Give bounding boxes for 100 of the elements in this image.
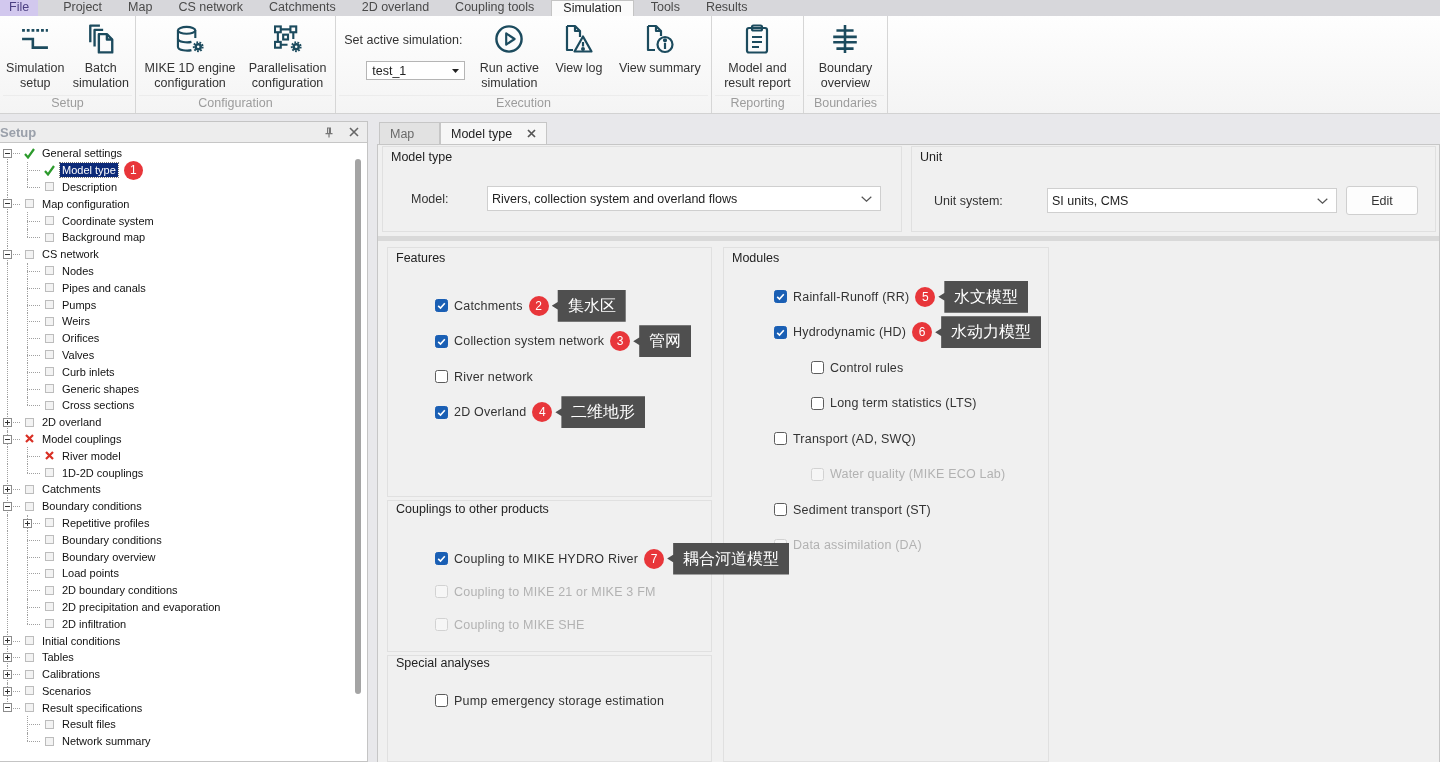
checkbox[interactable] bbox=[435, 552, 448, 565]
tree-item[interactable]: Boundary overview bbox=[60, 549, 158, 564]
plus-box-icon[interactable] bbox=[23, 518, 32, 528]
document-tab[interactable]: Model type bbox=[440, 122, 548, 144]
minus-box-icon[interactable] bbox=[3, 703, 12, 713]
menu-tab[interactable]: Project bbox=[50, 0, 116, 16]
tree-item[interactable]: 1D-2D couplings bbox=[60, 465, 146, 480]
tree-item[interactable]: Catchments bbox=[40, 482, 103, 497]
plus-box-icon[interactable] bbox=[3, 484, 12, 494]
ribbon-button[interactable]: Batch simulation bbox=[70, 23, 131, 91]
checkbox[interactable] bbox=[811, 396, 824, 410]
pin-icon[interactable] bbox=[325, 126, 333, 138]
checkbox-label: Water quality (MIKE ECO Lab) bbox=[830, 467, 1006, 482]
checkbox[interactable] bbox=[435, 694, 448, 708]
scrollbar-thumb[interactable] bbox=[355, 159, 361, 694]
tree-item[interactable]: Map configuration bbox=[40, 196, 132, 211]
model-dropdown[interactable]: Rivers, collection system and overland flows bbox=[487, 186, 881, 211]
tree-item[interactable]: Load points bbox=[60, 566, 121, 581]
plus-box-icon[interactable] bbox=[3, 636, 12, 646]
menu-tab[interactable]: Results bbox=[692, 0, 761, 16]
checkbox-label: Transport (AD, SWQ) bbox=[793, 431, 916, 446]
menu-tab[interactable]: Catchments bbox=[256, 0, 349, 16]
tree-item[interactable]: Nodes bbox=[60, 263, 96, 278]
checkbox[interactable] bbox=[774, 503, 787, 517]
minus-box-icon[interactable] bbox=[3, 249, 12, 259]
simulation-dropdown[interactable]: test_1 bbox=[366, 61, 466, 80]
minus-box-icon[interactable] bbox=[3, 501, 12, 511]
tree-item[interactable]: 2D infiltration bbox=[60, 616, 129, 631]
ribbon-button[interactable]: Run active simulation bbox=[477, 23, 541, 91]
checkbox[interactable] bbox=[435, 370, 448, 384]
tree-item[interactable]: Weirs bbox=[60, 314, 92, 329]
square-icon bbox=[44, 216, 54, 226]
plus-box-icon[interactable] bbox=[3, 417, 12, 427]
menu-tab[interactable]: File bbox=[0, 0, 39, 16]
square-icon bbox=[44, 182, 54, 192]
tree-item[interactable]: Valves bbox=[60, 347, 97, 362]
tree-item[interactable]: River model bbox=[60, 448, 123, 463]
group-title: Modules bbox=[732, 251, 781, 266]
checkbox[interactable] bbox=[774, 290, 787, 304]
unit-dropdown[interactable]: SI units, CMS bbox=[1047, 188, 1337, 213]
tree-item[interactable]: Result specifications bbox=[40, 700, 145, 715]
tree-item[interactable]: Result files bbox=[60, 717, 118, 732]
ribbon-button[interactable]: Model and result report bbox=[722, 23, 793, 91]
plus-box-icon[interactable] bbox=[3, 686, 12, 696]
checkbox[interactable] bbox=[435, 405, 448, 419]
checkbox-label: Sediment transport (ST) bbox=[793, 502, 931, 517]
checkbox[interactable] bbox=[435, 299, 448, 313]
close-icon[interactable] bbox=[527, 129, 537, 138]
tree-item[interactable]: Cross sections bbox=[60, 398, 137, 413]
tree-item[interactable]: Background map bbox=[60, 230, 148, 245]
ribbon-button[interactable]: View summary bbox=[616, 23, 703, 76]
tree-item[interactable]: 2D overland bbox=[40, 415, 104, 430]
minus-box-icon[interactable] bbox=[3, 434, 12, 444]
tree-item[interactable]: Coordinate system bbox=[60, 213, 156, 228]
tree-item[interactable]: Pipes and canals bbox=[60, 280, 148, 295]
minus-box-icon[interactable] bbox=[3, 149, 12, 158]
tree-item[interactable]: Curb inlets bbox=[60, 364, 117, 379]
tree-item[interactable]: Pumps bbox=[60, 297, 99, 312]
tree-item[interactable]: Calibrations bbox=[40, 667, 103, 682]
menu-tab[interactable]: Map bbox=[115, 0, 166, 16]
tree-item[interactable]: 2D precipitation and evaporation bbox=[60, 599, 223, 614]
minus-box-icon[interactable] bbox=[3, 199, 12, 209]
tree-item[interactable]: Repetitive profiles bbox=[60, 515, 152, 530]
checkbox-label: Pump emergency storage estimation bbox=[454, 693, 665, 708]
checkbox[interactable] bbox=[811, 361, 824, 375]
checkbox[interactable] bbox=[435, 334, 448, 348]
ribbon-button[interactable]: Boundary overview bbox=[816, 23, 875, 91]
tree-item[interactable]: 2D boundary conditions bbox=[60, 583, 180, 598]
checkbox[interactable] bbox=[774, 325, 787, 339]
plus-box-icon[interactable] bbox=[3, 652, 12, 662]
document-tab[interactable]: Map bbox=[379, 122, 440, 144]
tree-item[interactable]: General settings bbox=[40, 146, 125, 161]
ribbon-button[interactable]: View log bbox=[553, 23, 605, 76]
tree-item[interactable]: Initial conditions bbox=[40, 633, 123, 648]
edit-button[interactable]: Edit bbox=[1346, 186, 1418, 215]
close-icon[interactable] bbox=[349, 127, 359, 137]
tree-item[interactable]: Scenarios bbox=[40, 683, 93, 698]
tree-item[interactable]: Network summary bbox=[60, 734, 153, 749]
menu-tab[interactable]: CS network bbox=[165, 0, 256, 16]
menu-tab[interactable]: Tools bbox=[637, 0, 693, 16]
tree-item[interactable]: Model couplings bbox=[40, 431, 124, 446]
tree-item[interactable]: Tables bbox=[40, 650, 76, 665]
plus-box-icon[interactable] bbox=[3, 669, 12, 679]
ribbon-button[interactable]: Simulation setup bbox=[4, 23, 67, 91]
tree-item[interactable]: Orifices bbox=[60, 331, 102, 346]
square-icon bbox=[44, 400, 54, 410]
ribbon-button[interactable]: Parallelisation configuration bbox=[246, 23, 329, 91]
menu-tab[interactable]: Coupling tools bbox=[442, 0, 548, 16]
ribbon-button[interactable]: MIKE 1D engine configuration bbox=[142, 23, 238, 91]
tree-item[interactable]: Boundary conditions bbox=[60, 532, 164, 547]
menu-tab[interactable]: Simulation bbox=[551, 0, 634, 16]
tree-item[interactable]: Model type bbox=[60, 163, 118, 178]
tree-item[interactable]: CS network bbox=[40, 247, 101, 262]
tree-item[interactable]: Boundary conditions bbox=[40, 499, 144, 514]
checkbox[interactable] bbox=[774, 432, 787, 446]
ribbon-group-label: Execution bbox=[339, 95, 708, 113]
ribbon-group-label: Configuration bbox=[139, 95, 332, 113]
tree-item[interactable]: Generic shapes bbox=[60, 381, 142, 396]
menu-tab[interactable]: 2D overland bbox=[348, 0, 443, 16]
tree-item[interactable]: Description bbox=[60, 180, 120, 194]
